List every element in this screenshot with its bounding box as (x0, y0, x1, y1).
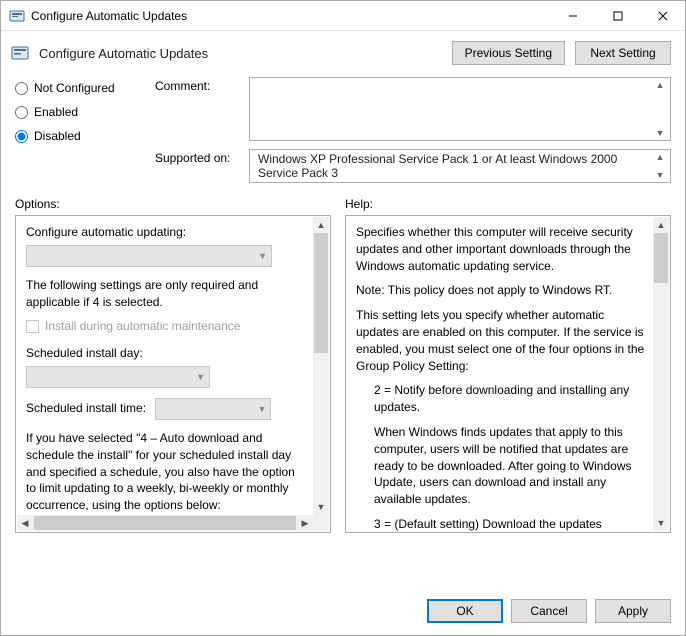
scroll-up-icon[interactable]: ▲ (653, 217, 669, 233)
scheduled-day-label: Scheduled install day: (26, 345, 308, 362)
supported-on-value: Windows XP Professional Service Pack 1 o… (249, 149, 671, 183)
close-button[interactable] (640, 1, 685, 30)
scroll-up-icon[interactable]: ▲ (652, 80, 668, 90)
cancel-button[interactable]: Cancel (511, 599, 587, 623)
comment-label: Comment: (155, 77, 243, 93)
options-note: The following settings are only required… (26, 277, 308, 311)
chevron-down-icon: ▼ (258, 403, 267, 416)
supported-on-label: Supported on: (155, 149, 243, 165)
help-pane: Specifies whether this computer will rec… (345, 215, 671, 533)
dialog-footer: OK Cancel Apply (1, 587, 685, 635)
radio-not-configured[interactable]: Not Configured (15, 81, 145, 95)
page-title: Configure Automatic Updates (39, 46, 442, 61)
scroll-up-icon[interactable]: ▲ (652, 152, 668, 162)
scroll-down-icon[interactable]: ▼ (652, 170, 668, 180)
next-setting-button[interactable]: Next Setting (575, 41, 671, 65)
install-maintenance-checkbox[interactable]: Install during automatic maintenance (26, 318, 308, 335)
scroll-right-icon[interactable]: ▶ (297, 515, 313, 531)
chevron-down-icon: ▼ (258, 250, 267, 263)
scroll-down-icon[interactable]: ▼ (313, 499, 329, 515)
options-vertical-scrollbar[interactable]: ▲ ▼ (313, 217, 329, 515)
help-option-2-body: When Windows finds updates that apply to… (356, 424, 648, 508)
comment-textarea[interactable]: ▲ ▼ (249, 77, 671, 141)
chevron-down-icon: ▼ (196, 371, 205, 384)
scroll-up-icon[interactable]: ▲ (313, 217, 329, 233)
checkbox-icon (26, 320, 39, 333)
help-paragraph: Note: This policy does not apply to Wind… (356, 282, 648, 299)
scheduled-time-label: Scheduled install time: (26, 401, 146, 415)
options-section-label: Options: (15, 197, 331, 211)
scroll-down-icon[interactable]: ▼ (653, 515, 669, 531)
titlebar: Configure Automatic Updates (1, 1, 685, 31)
radio-label: Enabled (34, 105, 78, 119)
window-title: Configure Automatic Updates (31, 9, 550, 23)
maximize-button[interactable] (595, 1, 640, 30)
policy-icon (11, 44, 29, 62)
install-maintenance-label: Install during automatic maintenance (45, 318, 240, 335)
help-section-label: Help: (345, 197, 373, 211)
scheduled-day-dropdown[interactable]: ▼ (26, 366, 210, 388)
help-vertical-scrollbar[interactable]: ▲ ▼ (653, 217, 669, 531)
radio-label: Not Configured (34, 81, 115, 95)
header-row: Configure Automatic Updates Previous Set… (1, 31, 685, 73)
scroll-left-icon[interactable]: ◀ (17, 515, 33, 531)
configure-updating-label: Configure automatic updating: (26, 224, 308, 241)
radio-label: Disabled (34, 129, 81, 143)
scheduled-time-dropdown[interactable]: ▼ (155, 398, 271, 420)
options-pane: Configure automatic updating: ▼ The foll… (15, 215, 331, 533)
apply-button[interactable]: Apply (595, 599, 671, 623)
supported-on-text: Windows XP Professional Service Pack 1 o… (258, 152, 646, 180)
radio-enabled[interactable]: Enabled (15, 105, 145, 119)
options-bottom-note: If you have selected "4 – Auto download … (26, 430, 308, 514)
scroll-down-icon[interactable]: ▼ (652, 128, 668, 138)
previous-setting-button[interactable]: Previous Setting (452, 41, 565, 65)
help-paragraph: This setting lets you specify whether au… (356, 307, 648, 374)
help-option-3-head: 3 = (Default setting) Download the updat… (356, 516, 648, 532)
radio-disabled[interactable]: Disabled (15, 129, 145, 143)
configure-updating-dropdown[interactable]: ▼ (26, 245, 272, 267)
ok-button[interactable]: OK (427, 599, 503, 623)
app-icon (9, 8, 25, 24)
options-horizontal-scrollbar[interactable]: ◀ ▶ (17, 515, 313, 531)
help-option-2-head: 2 = Notify before downloading and instal… (356, 382, 648, 416)
help-paragraph: Specifies whether this computer will rec… (356, 224, 648, 274)
minimize-button[interactable] (550, 1, 595, 30)
